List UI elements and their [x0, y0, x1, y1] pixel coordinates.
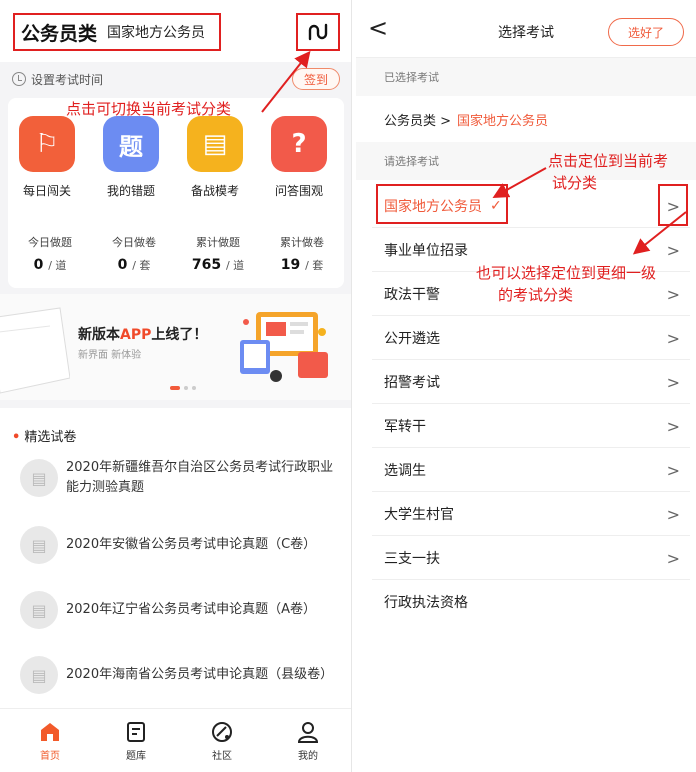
- paper-item[interactable]: ▤ 2020年新疆维吾尔自治区公务员考试行政职业 能力测验真题: [20, 458, 345, 498]
- feature-label: 每日闯关: [22, 184, 71, 198]
- exam-item[interactable]: 招警考试 >: [372, 360, 690, 404]
- exam-item[interactable]: 三支一扶 >: [372, 536, 690, 580]
- annotation-detail-hint: 也可以选择定位到更细一级 的考试分类: [476, 264, 657, 304]
- exam-time-bar: 设置考试时间 签到: [0, 62, 351, 96]
- tab-profile[interactable]: 我的: [278, 719, 338, 762]
- question-icon: 题: [103, 116, 159, 172]
- new-app-illustration-icon: [240, 312, 328, 382]
- paper-item[interactable]: ▤ 2020年海南省公务员考试申论真题（县级卷）: [20, 656, 345, 694]
- exam-item[interactable]: 军转干 >: [372, 404, 690, 448]
- feature-card: ⚐ 每日闯关 题 我的错题 ▤ 备战模考 ? 问答围观 今日做题 0 / 道 今…: [8, 98, 344, 288]
- feature-qa[interactable]: ? 问答围观: [264, 116, 334, 199]
- stat-today-questions: 今日做题 0 / 道: [28, 236, 72, 273]
- paper-icon: ▤: [20, 591, 58, 629]
- exam-category-selector[interactable]: 公务员类 国家地方公务员: [13, 13, 221, 51]
- banner-pager: [170, 386, 196, 390]
- stat-total-questions: 累计做题 765 / 道: [191, 236, 245, 273]
- exam-item[interactable]: 选调生 >: [372, 448, 690, 492]
- select-exam-header: < 选择考试 选好了: [356, 0, 696, 58]
- current-item-highlight: [376, 184, 508, 224]
- confirm-button[interactable]: 选好了: [608, 18, 684, 46]
- switch-category-button[interactable]: [296, 13, 340, 51]
- chevron-right-icon[interactable]: >: [667, 241, 680, 260]
- paper-icon: ▤: [20, 656, 58, 694]
- category-sub: 国家地方公务员: [107, 25, 206, 41]
- annotation-switch-hint: 点击可切换当前考试分类: [66, 100, 232, 118]
- featured-papers: • 精选试卷 ▤ 2020年新疆维吾尔自治区公务员考试行政职业 能力测验真题 ▤ 2…: [0, 408, 351, 708]
- chevron-right-icon[interactable]: >: [667, 549, 680, 568]
- category-main: 公务员类: [21, 22, 98, 45]
- chevron-right-icon[interactable]: >: [667, 285, 680, 304]
- feature-wrong-questions[interactable]: 题 我的错题: [96, 116, 166, 199]
- paper-decoration-icon: [0, 307, 70, 394]
- screenshot: 公务员类 国家地方公务员 设置考试时间 签到 ⚐ 每日闯关 题 我的错题 ▤ 备…: [0, 0, 696, 772]
- switch-icon: [308, 23, 328, 41]
- exam-icon: ▤: [187, 116, 243, 172]
- exam-item[interactable]: 行政执法资格: [372, 580, 690, 624]
- feature-label: 我的错题: [106, 184, 155, 198]
- selected-section-header: 已选择考试: [356, 58, 696, 96]
- selected-exam-path: 公务员类 > 国家地方公务员: [384, 114, 549, 129]
- promo-banner[interactable]: 新版本APP上线了！ 新界面 新体验: [0, 294, 351, 400]
- profile-icon: [297, 722, 319, 743]
- ribbon-icon: ⚐: [19, 116, 75, 172]
- feature-label: 问答围观: [274, 184, 323, 198]
- feature-label: 备战模考: [190, 184, 239, 198]
- banner-title: 新版本APP上线了！: [78, 327, 208, 343]
- tab-home[interactable]: 首页: [20, 719, 80, 762]
- set-exam-time-link[interactable]: 设置考试时间: [31, 71, 103, 88]
- home-icon: [41, 723, 59, 741]
- paper-icon: ▤: [20, 459, 58, 497]
- annotation-locate-hint: 点击定位到当前考 试分类: [548, 152, 669, 192]
- tab-community[interactable]: 社区: [192, 719, 252, 762]
- chevron-right-icon[interactable]: >: [667, 461, 680, 480]
- chevron-right-icon[interactable]: >: [667, 505, 680, 524]
- community-icon: [212, 722, 232, 742]
- paper-icon: ▤: [20, 526, 58, 564]
- banner-subtitle: 新界面 新体验: [78, 350, 142, 361]
- paper-item[interactable]: ▤ 2020年安徽省公务员考试申论真题（C卷）: [20, 526, 345, 564]
- exam-item[interactable]: 公开遴选 >: [372, 316, 690, 360]
- bottom-tab-bar: 首页 题库 社区 我的: [0, 708, 351, 772]
- stat-today-papers: 今日做卷 0 / 套: [112, 236, 156, 273]
- clock-icon: [12, 72, 26, 86]
- question-bank-icon: [127, 722, 145, 742]
- home-header: 公务员类 国家地方公务员: [0, 0, 351, 62]
- feature-mock-exam[interactable]: ▤ 备战模考: [180, 116, 250, 199]
- paper-item[interactable]: ▤ 2020年辽宁省公务员考试申论真题（A卷）: [20, 591, 345, 629]
- chat-icon: ?: [271, 116, 327, 172]
- signin-button[interactable]: 签到: [292, 68, 340, 90]
- tab-question-bank[interactable]: 题库: [106, 719, 166, 762]
- exam-item[interactable]: 大学生村官 >: [372, 492, 690, 536]
- chevron-right-icon[interactable]: >: [667, 417, 680, 436]
- chevron-right-icon[interactable]: >: [667, 373, 680, 392]
- chevron-right-icon[interactable]: >: [667, 329, 680, 348]
- select-exam-screen: < 选择考试 选好了 已选择考试 公务员类 > 国家地方公务员 请选择考试 国家地…: [356, 0, 696, 772]
- stat-total-papers: 累计做卷 19 / 套: [280, 236, 324, 273]
- papers-title: • 精选试卷: [12, 430, 77, 445]
- feature-daily-challenge[interactable]: ⚐ 每日闯关: [12, 116, 82, 199]
